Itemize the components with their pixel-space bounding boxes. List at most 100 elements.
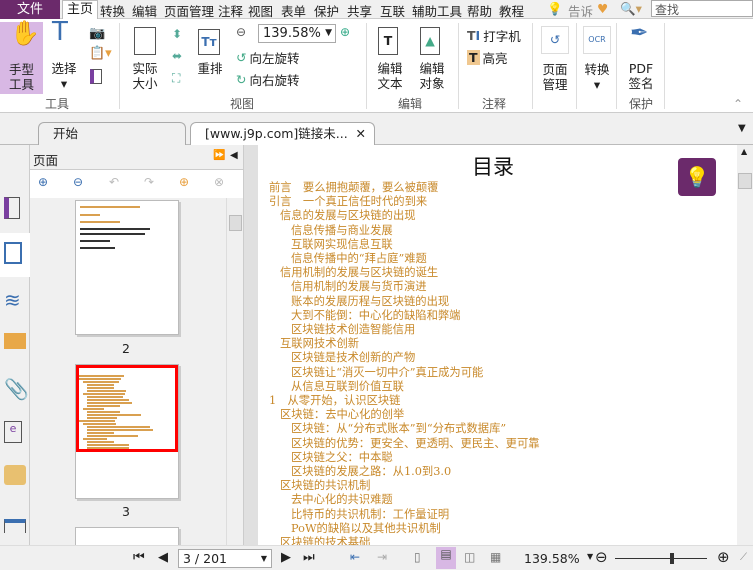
menu-item[interactable]: 编辑: [132, 1, 157, 20]
tab-start[interactable]: 开始: [38, 122, 186, 145]
signature-icon[interactable]: e: [4, 421, 22, 443]
next-view-icon[interactable]: ⇥: [377, 550, 387, 564]
thumbnail-page-3[interactable]: [75, 364, 179, 499]
layers-icon[interactable]: ≋: [4, 288, 26, 312]
close-tab-icon[interactable]: ✕: [356, 123, 366, 145]
zoom-select[interactable]: 139.58% ▼: [258, 24, 336, 43]
select-button[interactable]: T 选择 ▾: [48, 17, 80, 91]
typewriter-icon: TI: [467, 28, 481, 43]
snapshot-icon[interactable]: 📷: [89, 26, 105, 41]
menu-bar: 文件 主页 转换 编辑 页面管理 注释 视图 表单 保护 共享 互联 辅助工具 帮助 教程 💡 告诉 …: [0, 0, 753, 20]
fit-page-icon[interactable]: ⛶: [172, 71, 180, 86]
zoom-dropdown-icon[interactable]: ▼: [587, 552, 593, 561]
rotate-left-button[interactable]: ↺ 向左旋转: [236, 48, 300, 67]
group-label-tools: 工具: [45, 97, 70, 111]
previous-view-icon[interactable]: ⇤: [350, 550, 360, 564]
document-view: 目录 前言 要么拥抱颠覆，要么被颠覆 引言 一个真正信任时代的到来 信息的发展与区块…: [258, 145, 737, 545]
thumbnail-scrollbar[interactable]: [226, 198, 243, 545]
ocr-icon: OCR: [583, 26, 611, 54]
typewriter-button[interactable]: TI 打字机: [467, 26, 521, 45]
lock-icon[interactable]: [4, 465, 26, 485]
file-menu[interactable]: 文件: [0, 0, 60, 19]
select-text-icon: T: [52, 17, 68, 47]
heart-icon[interactable]: ♥: [597, 1, 608, 16]
actual-size-button[interactable]: 实际大小: [128, 27, 162, 91]
tab-list-icon[interactable]: ▼: [738, 123, 746, 134]
panel-splitter[interactable]: [243, 145, 258, 545]
zoom-level[interactable]: 139.58%: [524, 551, 580, 566]
highlight-button[interactable]: T 高亮: [467, 48, 508, 67]
facing-page-icon[interactable]: ◫: [464, 550, 475, 564]
menu-item[interactable]: 共享: [347, 1, 372, 20]
tell-me[interactable]: 告诉: [568, 1, 593, 20]
single-page-icon[interactable]: ▯: [414, 550, 421, 564]
zoom-in-icon[interactable]: ⊕: [340, 25, 350, 39]
pages-panel: 页面 ⏩ ◀ ⊕ ⊖ ↶ ↷ ⊕ ⊗ 2 3: [30, 145, 243, 545]
thumbnail-list: 2 3: [30, 198, 226, 545]
folder-search-icon[interactable]: 🔍▾: [620, 1, 642, 17]
zoom-out-thumb-icon[interactable]: ⊖: [73, 175, 83, 189]
document-scrollbar[interactable]: ▲: [737, 145, 753, 545]
convert-button[interactable]: OCR 转换 ▾: [580, 26, 614, 92]
continuous-page-icon[interactable]: ▤: [436, 547, 456, 569]
rotate-right-button[interactable]: ↻ 向右旋转: [236, 70, 300, 89]
bookmark-page-icon[interactable]: [90, 69, 102, 84]
menu-item[interactable]: 转换: [100, 1, 125, 20]
group-label-view: 视图: [230, 97, 255, 111]
rotate-thumb-left-icon[interactable]: ↶: [109, 175, 119, 189]
reflow-button[interactable]: Tт 重排: [194, 29, 226, 76]
edit-object-button[interactable]: ▲ 编辑对象: [414, 27, 450, 91]
page-rotate-icon: ↺: [541, 26, 569, 54]
attachment-icon[interactable]: 📎: [4, 377, 29, 401]
continuous-facing-icon[interactable]: ▦: [490, 550, 501, 564]
delete-page-icon[interactable]: ⊗: [214, 175, 224, 189]
resize-grip-icon: ⟋: [740, 552, 747, 563]
page-number-input[interactable]: 3 / 201 ▼: [178, 549, 272, 568]
bookmark-icon[interactable]: [4, 197, 20, 219]
menu-item[interactable]: 页面管理: [164, 1, 214, 20]
menu-item[interactable]: 视图: [248, 1, 273, 20]
form-icon[interactable]: [4, 519, 26, 533]
toc-entry[interactable]: 区块链的技术基础: [280, 534, 370, 545]
zoom-in-icon[interactable]: ⊕: [717, 548, 730, 566]
collapse-panel-icon[interactable]: ◀: [230, 150, 238, 161]
menu-item[interactable]: 辅助工具: [412, 1, 462, 20]
search-input[interactable]: 查找: [651, 0, 753, 17]
next-page-button[interactable]: ▶: [281, 550, 291, 565]
menu-item[interactable]: 教程: [499, 1, 524, 20]
clipboard-icon[interactable]: 📋▾: [89, 46, 112, 61]
expand-panel-icon[interactable]: ⏩: [213, 150, 225, 161]
tab-document[interactable]: [www.j9p.com]链接未... ✕: [190, 122, 375, 145]
edit-text-button[interactable]: T 编辑文本: [374, 27, 406, 91]
zoom-out-icon[interactable]: ⊖: [595, 548, 608, 566]
fit-height-icon[interactable]: ⬍: [172, 27, 182, 41]
menu-item[interactable]: 注释: [218, 1, 243, 20]
rotate-thumb-right-icon[interactable]: ↷: [144, 175, 154, 189]
menu-item[interactable]: 保护: [314, 1, 339, 20]
group-label-protect: 保护: [629, 97, 654, 111]
collapse-ribbon-icon[interactable]: ⌃: [733, 97, 743, 111]
pages-icon[interactable]: [4, 242, 22, 264]
tips-lightbulb-button[interactable]: 💡: [678, 158, 716, 196]
pdf-sign-button[interactable]: ✒ PDF 签名: [622, 23, 660, 92]
zoom-in-thumb-icon[interactable]: ⊕: [38, 175, 48, 189]
last-page-button[interactable]: ⏭: [303, 550, 315, 565]
highlight-icon: T: [467, 50, 480, 65]
first-page-button[interactable]: ⏮: [133, 550, 145, 565]
comments-icon[interactable]: [4, 333, 26, 349]
insert-page-icon[interactable]: ⊕: [179, 175, 189, 189]
menu-item[interactable]: 表单: [281, 1, 306, 20]
fit-width-icon[interactable]: ⬌: [172, 49, 182, 63]
current-view-rect[interactable]: [76, 365, 178, 452]
prev-page-button[interactable]: ◀: [158, 550, 168, 565]
menu-item[interactable]: 帮助: [467, 1, 492, 20]
group-label-comment: 注释: [482, 97, 507, 111]
hand-tool-button[interactable]: ✋ 手型工具: [0, 21, 43, 94]
page-manage-button[interactable]: ↺ 页面管理: [538, 26, 572, 92]
zoom-out-icon[interactable]: ⊖: [236, 25, 246, 39]
thumbnail-page-2[interactable]: [75, 200, 179, 335]
zoom-slider-thumb[interactable]: [670, 553, 674, 564]
zoom-slider[interactable]: [615, 558, 707, 559]
thumbnail-page-4[interactable]: [75, 527, 179, 545]
menu-item[interactable]: 互联: [380, 1, 405, 20]
